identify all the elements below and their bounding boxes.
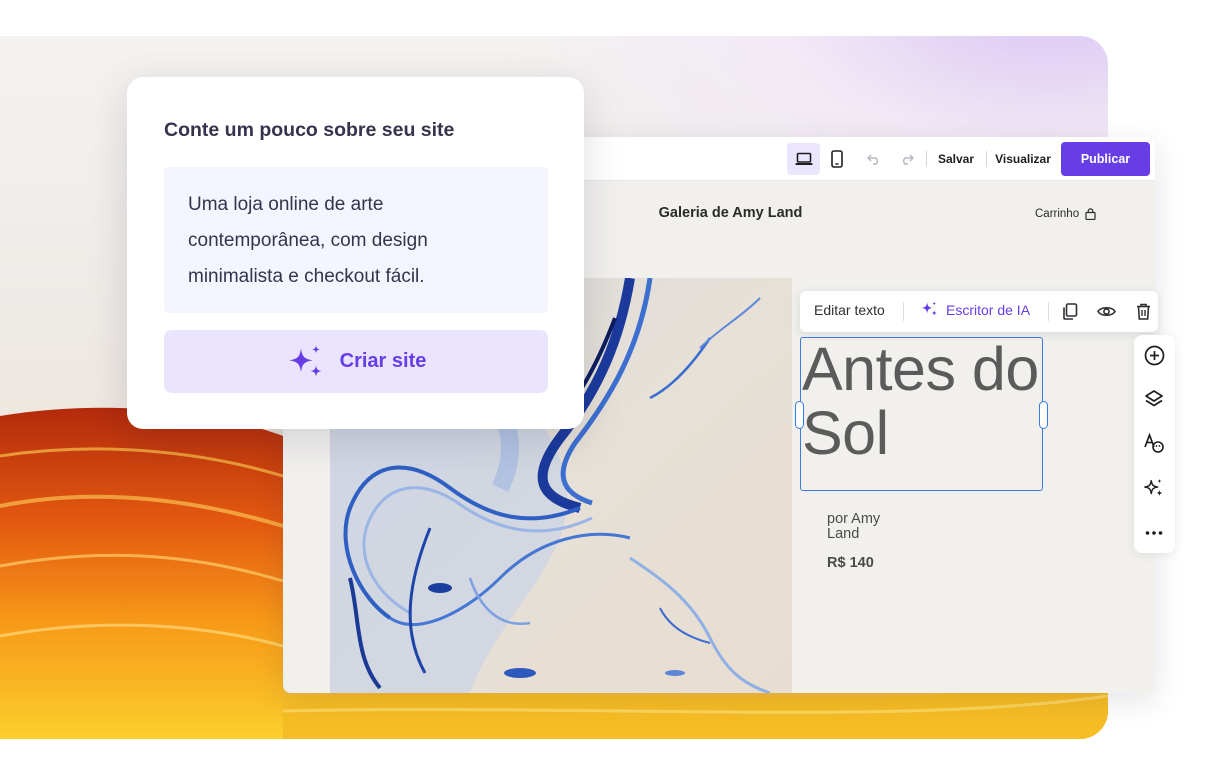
toolbar-divider xyxy=(926,151,927,167)
layers-icon[interactable] xyxy=(1143,388,1165,410)
create-site-label: Criar site xyxy=(339,350,427,372)
laptop-icon[interactable] xyxy=(787,143,820,175)
publish-button[interactable]: Publicar xyxy=(1061,142,1150,176)
editor-side-rail xyxy=(1134,335,1175,553)
product-byline: por Amy Land xyxy=(827,511,881,542)
undo-icon[interactable] xyxy=(863,143,885,175)
redo-icon[interactable] xyxy=(896,143,918,175)
trash-icon[interactable] xyxy=(1133,301,1153,321)
text-element-toolbar: Editar texto Escritor de IA xyxy=(800,291,1158,332)
site-title[interactable]: Galeria de Amy Land xyxy=(613,205,848,221)
mobile-icon[interactable] xyxy=(823,143,851,175)
shopping-bag-icon xyxy=(1085,208,1096,220)
text-style-icon[interactable] xyxy=(1143,432,1165,454)
prompt-heading: Conte um pouco sobre seu site xyxy=(164,119,455,141)
toolbar-divider xyxy=(903,302,904,321)
edit-text-button[interactable]: Editar texto xyxy=(814,302,885,318)
cart-link[interactable]: Carrinho xyxy=(1035,208,1096,220)
toolbar-divider xyxy=(1048,302,1049,321)
product-price: R$ 140 xyxy=(827,555,874,571)
ai-writer-label: Escritor de IA xyxy=(946,301,1031,318)
save-button[interactable]: Salvar xyxy=(929,143,983,175)
duplicate-icon[interactable] xyxy=(1060,301,1080,321)
site-prompt-card: Conte um pouco sobre seu site Uma loja o… xyxy=(127,77,584,429)
sparkles-icon xyxy=(288,344,322,377)
sparkles-icon xyxy=(921,301,937,316)
product-title[interactable]: Antes do Sol xyxy=(802,337,1102,465)
ai-writer-button[interactable]: Escritor de IA xyxy=(920,300,1030,319)
create-site-button[interactable]: Criar site xyxy=(164,330,548,393)
cart-label: Carrinho xyxy=(1035,208,1080,220)
prompt-textarea[interactable]: Uma loja online de arte contemporânea, c… xyxy=(164,167,548,313)
preview-button[interactable]: Visualizar xyxy=(991,143,1055,175)
more-icon[interactable] xyxy=(1143,522,1165,544)
eye-icon[interactable] xyxy=(1096,301,1116,321)
prompt-text: Uma loja online de arte contemporânea, c… xyxy=(188,194,428,287)
ai-sparkles-icon[interactable] xyxy=(1143,477,1165,499)
add-icon[interactable] xyxy=(1143,344,1165,366)
toolbar-divider xyxy=(986,151,987,167)
